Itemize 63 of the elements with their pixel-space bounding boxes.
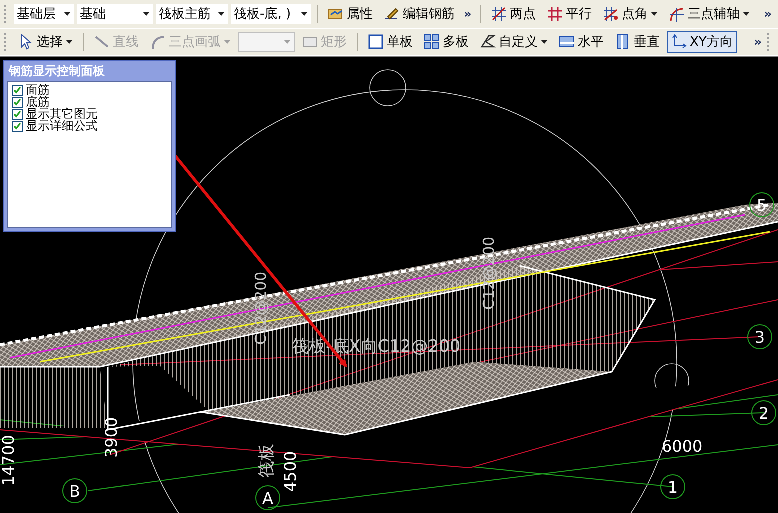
- grid-icon: [424, 34, 440, 50]
- checkbox[interactable]: [12, 108, 23, 120]
- toolbar-button[interactable]: 选择: [14, 31, 77, 53]
- caret-icon: [541, 40, 548, 44]
- axis-bubble: A: [256, 486, 280, 510]
- dimension-label: 6000: [662, 437, 703, 456]
- checkbox[interactable]: [12, 84, 23, 96]
- caret-icon: [224, 40, 231, 44]
- toolbar-dropdown[interactable]: 筏板-底, ): [231, 4, 311, 24]
- axis-bubble: 3: [748, 324, 772, 350]
- dimension-label: 4500: [281, 451, 300, 492]
- caret-icon: [64, 12, 71, 16]
- checkbox[interactable]: [12, 96, 23, 108]
- axis-bubble: B: [62, 478, 88, 504]
- axis-bubble: 1: [660, 474, 686, 500]
- axes-icon: [671, 34, 687, 50]
- arc-axis-icon: [668, 6, 685, 22]
- checkbox-label[interactable]: 显示其它图元: [26, 108, 98, 120]
- checkbox-label[interactable]: 面筋: [26, 84, 50, 96]
- horizontal-icon: [559, 34, 575, 50]
- checkbox-label[interactable]: 显示详细公式: [26, 120, 98, 132]
- toolbar-button[interactable]: 垂直: [611, 31, 664, 53]
- caret-icon: [218, 12, 225, 16]
- caret-icon: [742, 12, 750, 16]
- caret-icon: [650, 12, 658, 16]
- toolbar-dropdown[interactable]: 筏板主筋: [156, 4, 228, 24]
- toolbar-button[interactable]: 属性: [324, 3, 377, 25]
- square-icon: [368, 34, 384, 50]
- panel-title: 钢筋显示控制面板: [8, 63, 106, 80]
- overflow-button[interactable]: »: [462, 7, 474, 21]
- polygon-icon: [480, 34, 496, 50]
- toolbar-button[interactable]: 编辑钢筋: [380, 3, 459, 25]
- toolbar-button[interactable]: 单板: [364, 31, 417, 53]
- caret-icon: [284, 40, 291, 44]
- crossed-lines-icon: [490, 6, 507, 22]
- parallel-lines-icon: [546, 6, 563, 22]
- checkbox-label[interactable]: 底筋: [26, 96, 50, 108]
- rectangle-icon: [302, 34, 318, 50]
- toolbar-button[interactable]: 三点辅轴: [664, 3, 754, 25]
- toolbar-button[interactable]: 多板: [420, 31, 473, 53]
- toolbar-button[interactable]: 自定义: [476, 31, 552, 53]
- rebar-label: C12@200: [480, 236, 498, 310]
- angle-lines-icon: [602, 6, 619, 22]
- line-icon: [94, 34, 110, 50]
- arc-icon: [150, 34, 166, 50]
- overflow-button[interactable]: »: [762, 7, 774, 21]
- checkbox[interactable]: [12, 120, 23, 132]
- pen-icon: [384, 6, 400, 22]
- caret-icon: [143, 12, 150, 16]
- caret-icon: [66, 40, 73, 44]
- axis-bubble: 2: [752, 400, 776, 426]
- vertical-icon: [615, 34, 631, 50]
- caret-icon: [301, 12, 308, 16]
- toolbar-button[interactable]: 点角: [598, 3, 662, 25]
- toolbar-dropdown[interactable]: 基础: [77, 4, 153, 24]
- toolbar-button[interactable]: 两点: [486, 3, 540, 25]
- toolbar-dropdown[interactable]: 基础层: [14, 4, 74, 24]
- overflow-button[interactable]: »: [752, 35, 764, 49]
- dimension-label: 14700: [0, 435, 18, 486]
- rebar-label: 筏板: [257, 444, 277, 478]
- toolbar-button[interactable]: XY方向: [667, 31, 737, 53]
- toolbar-button[interactable]: 平行: [542, 3, 596, 25]
- toolbar-button[interactable]: 水平: [555, 31, 608, 53]
